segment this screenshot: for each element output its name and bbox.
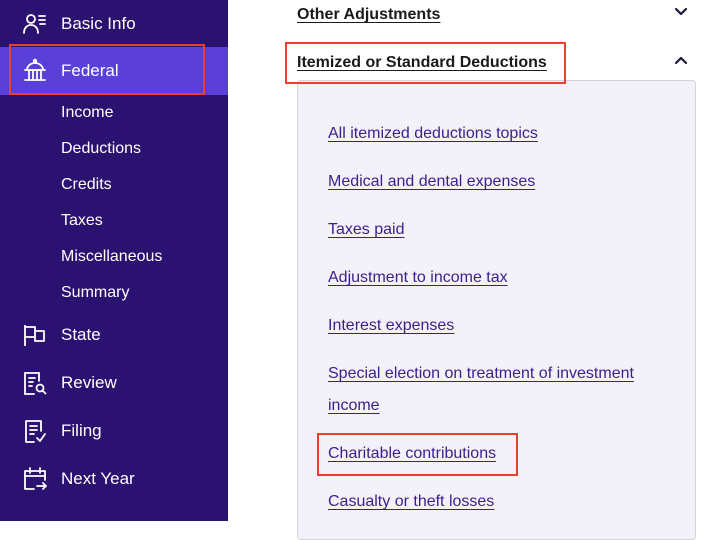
link-medical-dental[interactable]: Medical and dental expenses [328, 166, 668, 198]
nav-label: Basic Info [61, 14, 136, 33]
chevron-down-icon[interactable] [674, 5, 688, 19]
sub-nav-credits[interactable]: Credits [61, 167, 112, 203]
section-other-adjustments[interactable]: Other Adjustments [297, 6, 440, 24]
link-special-election[interactable]: Special election on treatment of investm… [328, 358, 668, 422]
sub-nav-deductions[interactable]: Deductions [61, 131, 141, 167]
link-taxes-paid[interactable]: Taxes paid [328, 214, 668, 246]
sidebar: Basic Info Federal Income Deductions Cre… [0, 0, 228, 521]
link-casualty-theft[interactable]: Casualty or theft losses [328, 486, 668, 518]
link-adjustment-income-tax[interactable]: Adjustment to income tax [328, 262, 668, 294]
sub-nav-summary[interactable]: Summary [61, 275, 129, 311]
flag-icon [24, 325, 45, 346]
sub-nav-taxes[interactable]: Taxes [61, 203, 103, 239]
user-list-icon [23, 14, 46, 34]
sub-nav-miscellaneous[interactable]: Miscellaneous [61, 239, 162, 275]
highlight-itemized [285, 42, 566, 84]
nav-label: State [61, 325, 101, 344]
nav-next-year[interactable]: Next Year [0, 455, 228, 503]
nav-state[interactable]: State [0, 311, 228, 359]
highlight-federal [9, 44, 205, 95]
nav-label: Filing [61, 421, 102, 440]
nav-label: Next Year [61, 469, 135, 488]
link-all-itemized[interactable]: All itemized deductions topics [328, 118, 668, 150]
highlight-charitable [317, 433, 518, 476]
document-check-icon [25, 420, 46, 443]
nav-review[interactable]: Review [0, 359, 228, 407]
nav-label: Review [61, 373, 117, 392]
calendar-arrow-icon [24, 467, 47, 490]
main-content: Other Adjustments Itemized or Standard D… [228, 0, 716, 540]
sub-nav-income[interactable]: Income [61, 95, 113, 131]
nav-filing[interactable]: Filing [0, 407, 228, 455]
link-interest-expenses[interactable]: Interest expenses [328, 310, 668, 342]
chevron-up-icon[interactable] [674, 53, 688, 67]
nav-basic-info[interactable]: Basic Info [0, 0, 228, 48]
document-search-icon [24, 372, 47, 395]
